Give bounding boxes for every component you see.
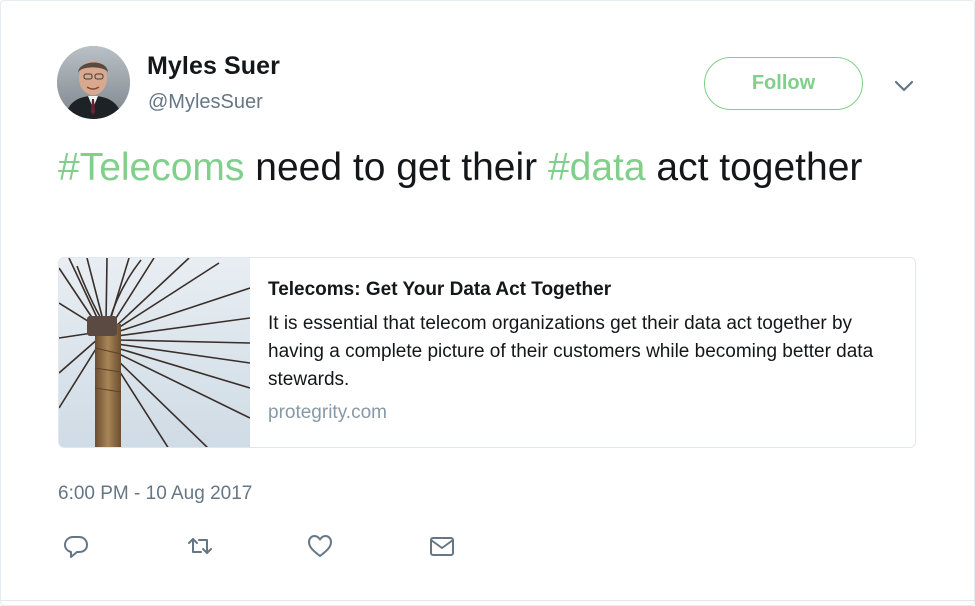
avatar[interactable] bbox=[57, 46, 130, 119]
author-name[interactable]: Myles Suer bbox=[147, 52, 280, 81]
like-icon bbox=[308, 535, 332, 557]
chevron-down-icon bbox=[894, 80, 914, 92]
link-preview-title: Telecoms: Get Your Data Act Together bbox=[268, 279, 612, 300]
link-preview-card[interactable]: Telecoms: Get Your Data Act Together It … bbox=[58, 257, 916, 448]
retweet-icon bbox=[188, 538, 212, 554]
hashtag-telecoms[interactable]: #Telecoms bbox=[58, 146, 244, 189]
author-handle[interactable]: @MylesSuer bbox=[148, 91, 263, 114]
hashtag-data[interactable]: #data bbox=[548, 146, 646, 189]
tweet-text: #Telecoms need to get their #data act to… bbox=[58, 146, 918, 189]
reply-button[interactable] bbox=[61, 531, 91, 561]
tweet-text-segment: need to get their bbox=[244, 146, 548, 189]
link-preview-image bbox=[59, 258, 251, 447]
follow-button[interactable]: Follow bbox=[704, 57, 863, 110]
retweet-button[interactable] bbox=[185, 531, 215, 561]
tweet-card: Myles Suer @MylesSuer Follow #Telecoms n… bbox=[0, 0, 975, 606]
tweet-text-segment: act together bbox=[645, 146, 863, 189]
profile-photo-icon bbox=[57, 46, 130, 119]
telephone-pole-wires-image-icon bbox=[59, 258, 251, 447]
link-preview-body: Telecoms: Get Your Data Act Together It … bbox=[268, 278, 898, 424]
tweet-timestamp[interactable]: 6:00 PM - 10 Aug 2017 bbox=[58, 483, 252, 505]
link-preview-description: It is essential that telecom organizatio… bbox=[268, 313, 874, 390]
direct-message-button[interactable] bbox=[427, 531, 457, 561]
direct-message-icon bbox=[430, 537, 454, 556]
like-button[interactable] bbox=[305, 531, 335, 561]
reply-icon bbox=[64, 536, 88, 558]
link-preview-domain: protegrity.com bbox=[268, 402, 387, 423]
more-options-button[interactable] bbox=[891, 75, 917, 97]
divider bbox=[1, 600, 974, 601]
